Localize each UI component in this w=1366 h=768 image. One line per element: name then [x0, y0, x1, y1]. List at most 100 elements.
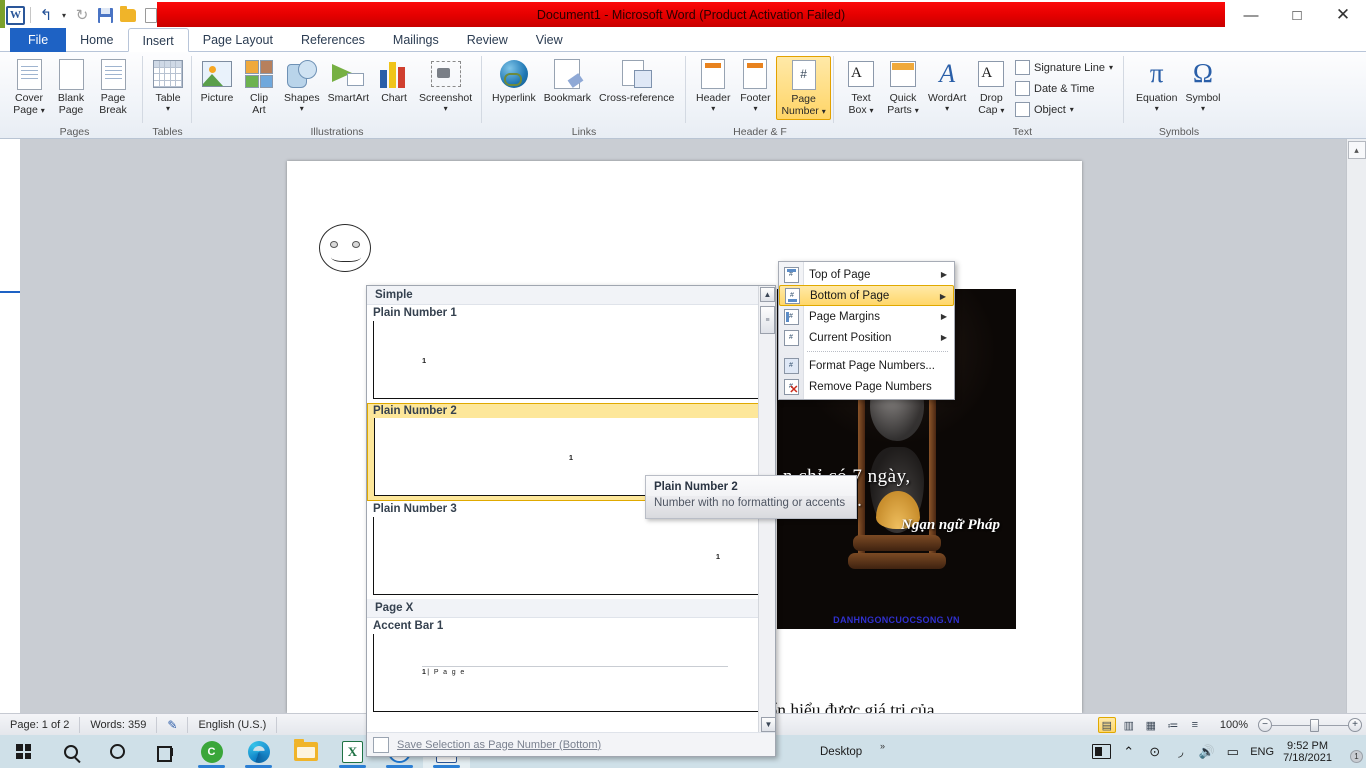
- notification-center-button[interactable]: 1: [1341, 743, 1363, 763]
- chevron-down-icon[interactable]: ▾: [1000, 106, 1004, 115]
- smartart-button[interactable]: SmartArt: [324, 56, 373, 107]
- tab-view[interactable]: View: [522, 28, 577, 52]
- redo-icon[interactable]: ↻: [72, 5, 92, 25]
- tab-file[interactable]: File: [10, 28, 67, 52]
- chevron-down-icon[interactable]: ▾: [822, 107, 826, 116]
- taskbar-overflow-icon[interactable]: »: [880, 741, 885, 751]
- header-button[interactable]: Header ▾: [692, 56, 734, 114]
- footer-button[interactable]: Footer ▾: [734, 56, 776, 114]
- date-and-time-button[interactable]: Date & Time: [1012, 78, 1116, 99]
- volume-icon[interactable]: 🔊: [1198, 743, 1215, 760]
- gallery-footer[interactable]: Save Selection as Page Number (Bottom): [367, 732, 775, 756]
- scroll-up-button[interactable]: ▲: [760, 287, 775, 302]
- scroll-down-button[interactable]: ▼: [761, 717, 776, 732]
- shapes-button[interactable]: Shapes ▾: [280, 56, 324, 114]
- chevron-down-icon[interactable]: ▾: [711, 104, 715, 112]
- taskbar-app-file-explorer[interactable]: [282, 735, 329, 768]
- menu-item-top-of-page[interactable]: # Top of Page ▶: [779, 264, 954, 285]
- zoom-track[interactable]: [1272, 718, 1348, 732]
- status-word-count[interactable]: Words: 359: [80, 716, 158, 733]
- menu-item-current-position[interactable]: # Current Position ▶: [779, 327, 954, 348]
- search-button[interactable]: [47, 735, 94, 768]
- undo-icon[interactable]: ↰: [36, 5, 56, 25]
- gallery-item-accent-bar-1[interactable]: Accent Bar 1 1| P a g e: [367, 618, 775, 712]
- undo-dropdown-icon[interactable]: ▾: [59, 5, 69, 25]
- news-and-interests-icon[interactable]: [1092, 744, 1112, 759]
- status-language[interactable]: English (U.S.): [188, 716, 278, 733]
- page-break-button[interactable]: Page Break: [92, 56, 134, 118]
- chevron-down-icon[interactable]: ▾: [41, 106, 45, 115]
- tab-mailings[interactable]: Mailings: [379, 28, 453, 52]
- word-app-icon[interactable]: W: [6, 5, 25, 25]
- zoom-handle[interactable]: [1310, 718, 1319, 732]
- zoom-slider[interactable]: − +: [1258, 718, 1362, 732]
- tab-review[interactable]: Review: [453, 28, 522, 52]
- spelling-errors-icon[interactable]: ✎: [157, 716, 189, 733]
- taskbar-app-edge[interactable]: [235, 735, 282, 768]
- table-button[interactable]: Table ▾: [147, 56, 189, 114]
- cover-page-button[interactable]: Cover Page ▾: [8, 56, 50, 118]
- clip-art-button[interactable]: Clip Art: [238, 56, 280, 118]
- quick-parts-button[interactable]: Quick Parts ▾: [882, 56, 924, 118]
- chevron-down-icon[interactable]: ▾: [945, 104, 949, 112]
- chevron-down-icon[interactable]: ▾: [444, 104, 448, 112]
- bookmark-button[interactable]: Bookmark: [540, 56, 595, 107]
- maximize-button[interactable]: □: [1274, 0, 1320, 30]
- chevron-down-icon[interactable]: ▾: [753, 104, 757, 112]
- open-icon[interactable]: [118, 5, 138, 25]
- cortana-button[interactable]: [94, 735, 141, 768]
- zoom-in-button[interactable]: +: [1348, 718, 1362, 732]
- page-number-dropdown-menu[interactable]: # Top of Page ▶ # Bottom of Page ▶ # Pag…: [778, 261, 955, 400]
- save-selection-label[interactable]: Save Selection as Page Number (Bottom): [397, 739, 601, 751]
- screenshot-button[interactable]: Screenshot ▾: [415, 56, 476, 114]
- start-button[interactable]: [0, 735, 47, 768]
- view-web-layout-button[interactable]: ▦: [1142, 717, 1160, 733]
- tray-language[interactable]: ENG: [1250, 746, 1274, 758]
- menu-item-page-margins[interactable]: # Page Margins ▶: [779, 306, 954, 327]
- minimize-button[interactable]: —: [1228, 0, 1274, 30]
- zoom-out-button[interactable]: −: [1258, 718, 1272, 732]
- symbol-button[interactable]: Ω Symbol ▾: [1181, 56, 1224, 114]
- page-number-button[interactable]: # Page Number ▾: [776, 56, 831, 120]
- tab-home[interactable]: Home: [66, 28, 127, 52]
- camera-icon[interactable]: ⊙: [1146, 743, 1163, 760]
- hyperlink-button[interactable]: Hyperlink: [488, 56, 540, 107]
- save-icon[interactable]: [95, 5, 115, 25]
- cross-reference-button[interactable]: Cross-reference: [595, 56, 678, 107]
- text-box-button[interactable]: A Text Box ▾: [840, 56, 882, 118]
- chart-button[interactable]: Chart: [373, 56, 415, 107]
- menu-item-format-page-numbers[interactable]: # Format Page Numbers...: [779, 355, 954, 376]
- blank-page-button[interactable]: Blank Page: [50, 56, 92, 118]
- status-page-indicator[interactable]: Page: 1 of 2: [0, 716, 81, 733]
- smiley-face-shape[interactable]: [319, 224, 371, 272]
- zoom-level-label[interactable]: 100%: [1220, 719, 1248, 731]
- task-view-button[interactable]: [141, 735, 188, 768]
- gallery-item-plain-number-1[interactable]: Plain Number 1 1: [367, 305, 775, 399]
- chevron-down-icon[interactable]: ▾: [870, 106, 874, 115]
- wordart-button[interactable]: A WordArt ▾: [924, 56, 970, 114]
- chevron-down-icon[interactable]: ▾: [915, 106, 919, 115]
- tab-references[interactable]: References: [287, 28, 379, 52]
- close-button[interactable]: ✕: [1320, 0, 1366, 30]
- menu-item-remove-page-numbers[interactable]: # Remove Page Numbers: [779, 376, 954, 397]
- taskbar-app-coccoc[interactable]: C: [188, 735, 235, 768]
- battery-icon[interactable]: ▭: [1224, 743, 1241, 760]
- chevron-down-icon[interactable]: ▾: [1109, 64, 1113, 72]
- signature-line-button[interactable]: Signature Line ▾: [1012, 57, 1116, 78]
- tab-page-layout[interactable]: Page Layout: [189, 28, 287, 52]
- right-scroll-rail[interactable]: ▴: [1346, 139, 1366, 713]
- tab-insert[interactable]: Insert: [127, 28, 189, 52]
- tray-clock[interactable]: 9:52 PM 7/18/2021: [1283, 740, 1332, 764]
- view-full-screen-reading-button[interactable]: ▥: [1120, 717, 1138, 733]
- menu-item-bottom-of-page[interactable]: # Bottom of Page ▶: [779, 285, 954, 306]
- equation-button[interactable]: π Equation ▾: [1132, 56, 1181, 114]
- chevron-down-icon[interactable]: ▾: [300, 104, 304, 112]
- page-number-gallery[interactable]: Simple Plain Number 1 1 Plain Number 2 1…: [366, 285, 776, 757]
- chevron-down-icon[interactable]: ▾: [1155, 104, 1159, 112]
- chevron-down-icon[interactable]: ▾: [166, 104, 170, 112]
- chevron-down-icon[interactable]: ▾: [1070, 106, 1074, 114]
- scrollbar-thumb[interactable]: ≡: [760, 306, 775, 334]
- picture-button[interactable]: Picture: [196, 56, 238, 107]
- chevron-down-icon[interactable]: ▾: [1201, 104, 1205, 112]
- view-print-layout-button[interactable]: ▤: [1097, 717, 1116, 733]
